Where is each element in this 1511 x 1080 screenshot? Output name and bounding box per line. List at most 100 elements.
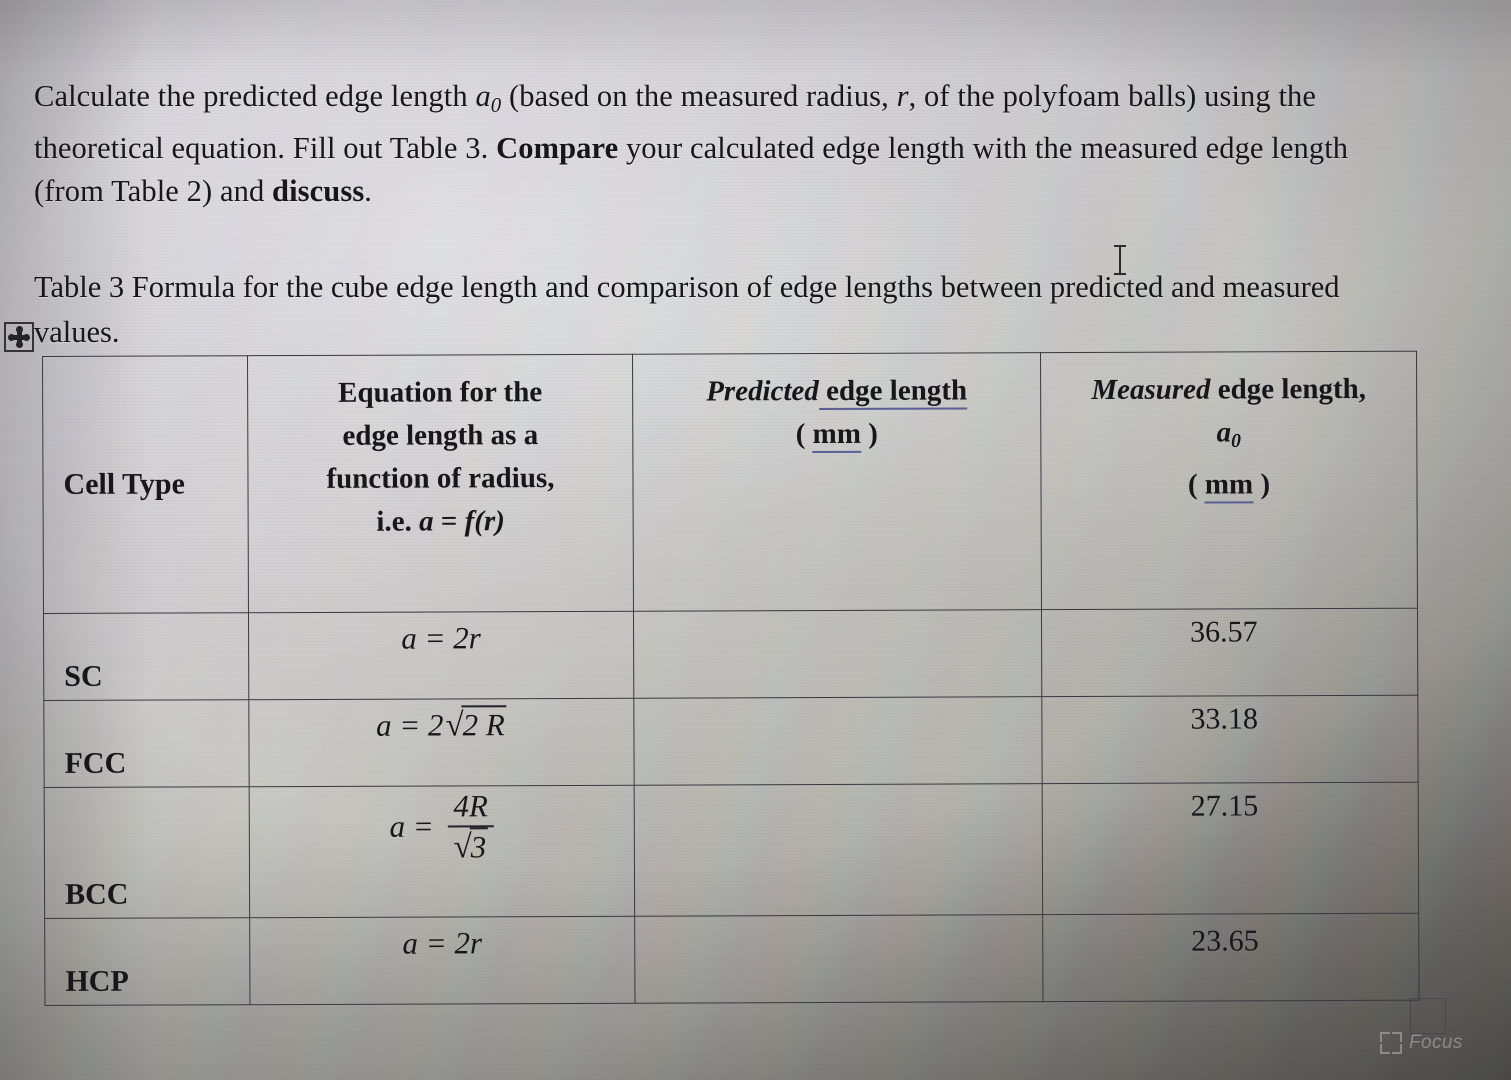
header-measured-symbol: a bbox=[1216, 416, 1232, 449]
header-equation-line-1: Equation for the bbox=[338, 376, 543, 409]
predicted-bcc[interactable] bbox=[634, 783, 1043, 917]
measured-bcc: 27.15 bbox=[1042, 782, 1419, 915]
move-handle-arrow-up bbox=[15, 326, 23, 333]
eq-lhs: a bbox=[389, 808, 406, 844]
measured-value: 27.15 bbox=[1190, 789, 1259, 823]
intro-bold-compare: Compare bbox=[496, 131, 619, 166]
table-move-handle-icon[interactable] bbox=[4, 322, 34, 352]
measured-value: 23.65 bbox=[1191, 924, 1259, 958]
equation-expression: a = 2√2 R bbox=[249, 705, 633, 745]
eq-coefficient: 2 bbox=[453, 620, 469, 656]
denominator-radicand: 3 bbox=[469, 827, 489, 865]
header-predicted-unit-close: ) bbox=[860, 417, 878, 450]
eq-equals: = bbox=[417, 925, 455, 961]
eq-variable: r bbox=[468, 620, 481, 656]
measured-value: 33.18 bbox=[1190, 702, 1258, 736]
header-predicted-italic: Predicted bbox=[706, 375, 819, 408]
header-measured-unit-open: ( bbox=[1187, 468, 1205, 501]
header-measured-unit-close: ) bbox=[1253, 467, 1271, 500]
focus-bracket-icon bbox=[1380, 1032, 1402, 1054]
header-label-predicted: Predicted edge length ( mm ) bbox=[633, 353, 1041, 583]
focus-corner-top-left bbox=[1380, 1032, 1390, 1042]
eq-lhs: a bbox=[401, 620, 417, 656]
header-cell-measured: Measured edge length, a0 ( mm ) bbox=[1040, 351, 1418, 610]
cell-type-sc: SC bbox=[43, 612, 249, 701]
eq-variable: r bbox=[469, 925, 483, 961]
table-row: FCC a = 2√2 R 33.18 bbox=[43, 695, 1419, 788]
focus-corner-top-right bbox=[1392, 1032, 1402, 1042]
table-row: BCC a = 4R √3 27.15 bbox=[44, 782, 1419, 919]
eq-coefficient: 2 bbox=[454, 925, 470, 961]
measured-fcc: 33.18 bbox=[1041, 695, 1419, 784]
measured-value: 36.57 bbox=[1190, 615, 1258, 649]
move-handle-arrow-right bbox=[23, 333, 30, 341]
header-label-cell-type: Cell Type bbox=[63, 467, 185, 501]
predicted-value bbox=[634, 705, 1041, 707]
intro-run-5: . bbox=[364, 174, 373, 209]
predicted-value bbox=[635, 792, 1042, 794]
header-measured-rest: edge length, bbox=[1210, 372, 1367, 406]
header-measured-symbol-subscript: 0 bbox=[1231, 429, 1242, 452]
table-row: SC a = 2r 36.57 bbox=[43, 608, 1418, 701]
fraction-denominator: √3 bbox=[447, 825, 495, 867]
eq-equals: = bbox=[391, 707, 429, 743]
move-handle-arrow-left bbox=[8, 333, 15, 341]
equation-bcc: a = 4R √3 bbox=[249, 785, 635, 918]
table-resize-handle[interactable] bbox=[1410, 998, 1446, 1034]
cell-type-label: HCP bbox=[65, 964, 129, 998]
cell-type-label: BCC bbox=[65, 877, 129, 911]
header-equation-line-3: function of radius, bbox=[326, 462, 555, 495]
cell-type-label: SC bbox=[64, 659, 103, 693]
eq-radicand: 2 R bbox=[461, 705, 507, 743]
intro-bold-discuss: discuss bbox=[272, 174, 365, 209]
equation-fcc: a = 2√2 R bbox=[248, 698, 635, 787]
header-equation-fr: f(r) bbox=[464, 505, 505, 538]
measured-sc: 36.57 bbox=[1041, 608, 1418, 697]
table-3: Cell Type Equation for the edge length a… bbox=[42, 351, 1419, 1006]
header-predicted-unit: mm bbox=[812, 417, 862, 454]
measured-hcp: 23.65 bbox=[1042, 913, 1419, 1002]
header-cell-predicted: Predicted edge length ( mm ) bbox=[632, 352, 1042, 612]
equation-hcp: a = 2r bbox=[249, 916, 635, 1005]
intro-run-2: (based on the measured radius, bbox=[501, 78, 897, 113]
watermark-label: Focus bbox=[1409, 1032, 1463, 1053]
header-equation-line-2: edge length as a bbox=[342, 419, 539, 452]
cell-type-bcc: BCC bbox=[44, 786, 250, 919]
intro-paragraph: Calculate the predicted edge length a0 (… bbox=[34, 75, 1424, 214]
intro-run-1: Calculate the predicted edge length bbox=[34, 78, 476, 113]
equation-sc: a = 2r bbox=[248, 611, 634, 700]
eq-coefficient: 2 bbox=[427, 707, 444, 743]
predicted-value bbox=[634, 618, 1041, 620]
eq-square-root: √2 R bbox=[443, 705, 507, 744]
eq-equals: = bbox=[416, 620, 454, 656]
table-row: HCP a = 2r 23.65 bbox=[44, 913, 1419, 1006]
header-cell-equation: Equation for the edge length as a functi… bbox=[247, 354, 634, 613]
text-cursor-artifact bbox=[1114, 245, 1126, 275]
intro-symbol-r: r bbox=[896, 78, 909, 113]
focus-corner-bottom-left bbox=[1380, 1044, 1390, 1054]
header-label-equation: Equation for the edge length as a functi… bbox=[248, 355, 633, 584]
intro-symbol-a-subscript: 0 bbox=[490, 94, 502, 117]
predicted-hcp[interactable] bbox=[634, 914, 1043, 1004]
table-header-row: Cell Type Equation for the edge length a… bbox=[42, 351, 1418, 614]
header-predicted-unit-open: ( bbox=[795, 418, 813, 451]
eq-lhs: a bbox=[375, 707, 392, 743]
header-equation-equals: = bbox=[433, 505, 465, 538]
header-label-measured: Measured edge length, a0 ( mm ) bbox=[1041, 352, 1417, 581]
equation-expression: a = 2r bbox=[249, 620, 633, 657]
header-cell-cell-type: Cell Type bbox=[42, 355, 249, 614]
photographed-document-page: Calculate the predicted edge length a0 (… bbox=[0, 0, 1511, 1080]
cell-type-fcc: FCC bbox=[43, 699, 250, 788]
predicted-sc[interactable] bbox=[633, 609, 1042, 699]
header-predicted-rest: edge length bbox=[818, 374, 968, 411]
equation-expression: a = 4R √3 bbox=[250, 788, 634, 869]
intro-symbol-a: a bbox=[475, 78, 491, 113]
focus-corner-bottom-right bbox=[1392, 1044, 1402, 1054]
predicted-value bbox=[635, 923, 1042, 925]
eq-fraction: 4R √3 bbox=[447, 788, 495, 867]
eq-equals: = bbox=[404, 808, 442, 844]
camera-watermark: Focus bbox=[1380, 1032, 1463, 1054]
equation-expression: a = 2r bbox=[250, 925, 634, 962]
fraction-numerator: 4R bbox=[453, 788, 488, 824]
predicted-fcc[interactable] bbox=[633, 696, 1043, 786]
